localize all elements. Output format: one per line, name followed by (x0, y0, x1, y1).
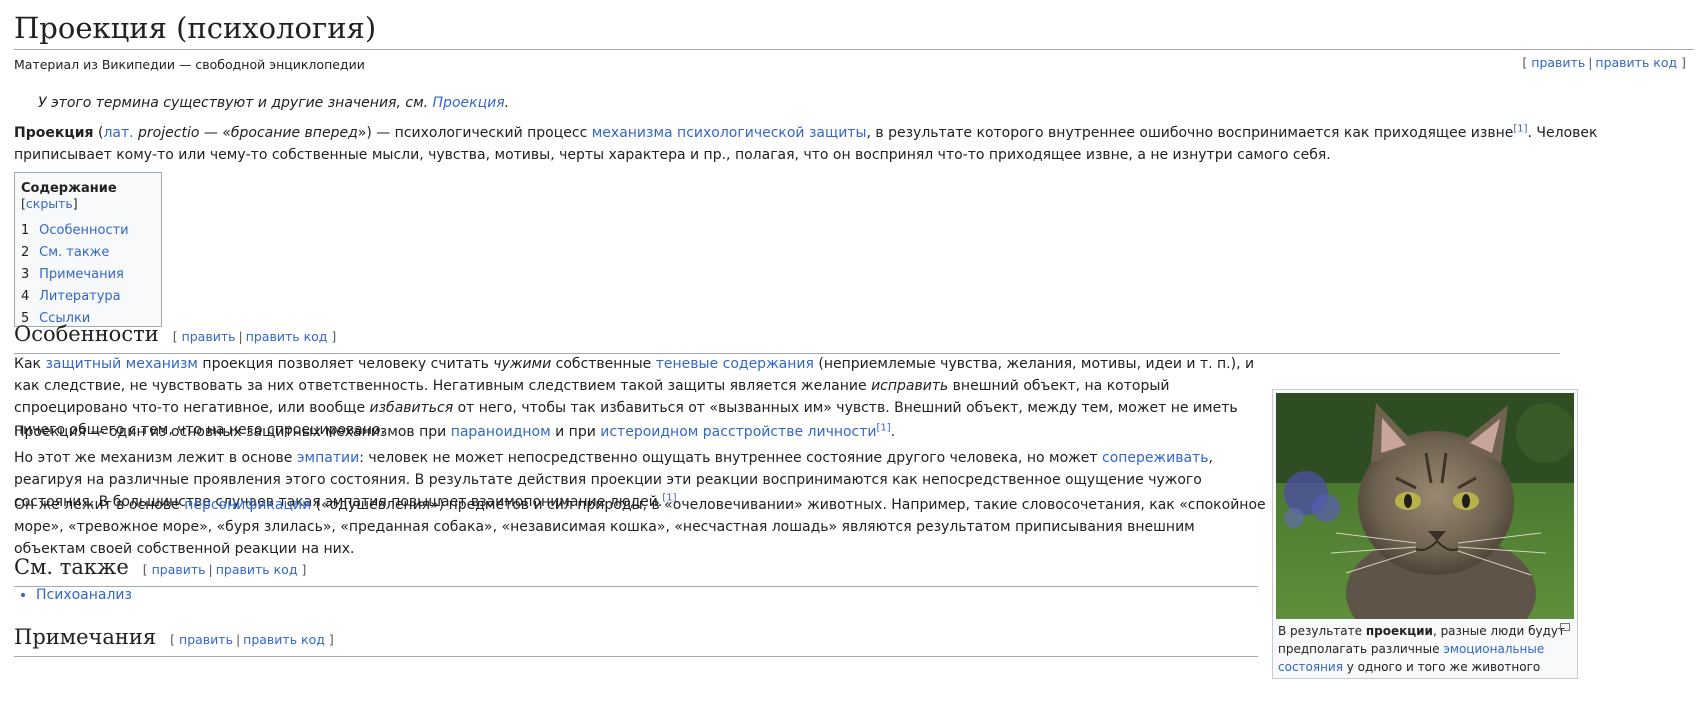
toc-link-features[interactable]: Особенности (39, 223, 128, 238)
page-title: Проекция (психология) (14, 10, 1694, 50)
hatnote-text: У этого термина существуют и другие знач… (38, 95, 433, 111)
italic-text: избавиться (369, 400, 454, 416)
translation: бросание вперед (230, 125, 358, 141)
separator: | (238, 329, 243, 344)
list-item: Психоанализ (36, 584, 132, 606)
toc-toggle: [скрыть] (21, 196, 78, 211)
features-paragraph-4: Он же лежит в основе персонификации («од… (14, 494, 1269, 560)
italic-text: исправить (871, 378, 949, 394)
edit-source-link[interactable]: править код (246, 329, 328, 344)
section-edit-links: [ править | править код ] (170, 632, 334, 647)
toc-link-see-also[interactable]: См. также (39, 245, 109, 260)
shadow-content-link[interactable]: теневые содержания (656, 356, 814, 372)
toc-number: 3 (21, 267, 30, 282)
section-title: Особенности (14, 322, 159, 346)
section-edit-links: [ править | править код ] (172, 329, 337, 344)
edit-source-link[interactable]: править код (216, 562, 298, 577)
caption-text: В результате (1278, 624, 1366, 638)
text: Как (14, 356, 46, 372)
toc-title: Содержание (21, 181, 117, 196)
defense-link[interactable]: защитный механизм (45, 356, 198, 372)
image-thumbnail: В результате проекции, разные люди будут… (1272, 389, 1578, 679)
separator: | (208, 562, 213, 577)
edit-link[interactable]: править (182, 329, 236, 344)
edit-link[interactable]: править (152, 562, 206, 577)
hatnote-suffix: . (504, 95, 510, 111)
psychoanalysis-link[interactable]: Психоанализ (36, 587, 132, 603)
reference-link[interactable]: [1] (877, 422, 891, 433)
table-of-contents: Содержание [скрыть] 1 Особенности 2 См. … (14, 172, 162, 327)
toc-item[interactable]: 1 Особенности (21, 220, 155, 242)
paranoid-link[interactable]: параноидном (451, 424, 551, 440)
bracket-open: [ (1522, 55, 1532, 70)
section-heading-features: Особенности [ править | править код ] (14, 320, 1560, 354)
lead-text: ( (93, 125, 104, 141)
edit-link[interactable]: править (1531, 55, 1585, 70)
section-title: Примечания (14, 625, 157, 649)
image-caption: В результате проекции, разные люди будут… (1276, 619, 1574, 679)
toc-number: 4 (21, 289, 30, 304)
edit-link[interactable]: править (179, 632, 233, 647)
section-title: См. также (14, 555, 129, 579)
caption-bold: проекции (1365, 624, 1433, 638)
lead-text: , в результате которого внутреннее ошибо… (866, 125, 1514, 141)
text: и при (550, 424, 601, 440)
lead-paragraph: Проекция (лат. projectio — «бросание впе… (14, 122, 1694, 166)
toc-hide-link[interactable]: скрыть (26, 196, 73, 211)
toc-number: 1 (21, 223, 30, 238)
edit-source-link[interactable]: править код (243, 632, 325, 647)
see-also-list: Психоанализ (14, 584, 132, 606)
caption-text: у одного и того же животного (1342, 660, 1541, 674)
toc-item[interactable]: 2 См. также (21, 242, 155, 264)
cat-photo-icon (1276, 393, 1574, 619)
lead-text: ») — психологический процесс (357, 125, 592, 141)
text: . (890, 424, 896, 440)
toc-item[interactable]: 4 Литература (21, 286, 155, 308)
text: : человек не может непосредственно ощуща… (359, 450, 1102, 466)
separator: | (1588, 55, 1593, 70)
site-tagline: Материал из Википедии — свободной энцикл… (14, 57, 365, 72)
edit-source-link[interactable]: править код (1595, 55, 1677, 70)
text: Он же лежит в основе (14, 497, 185, 513)
text: Но этот же механизм лежит в основе (14, 450, 297, 466)
empathy-link[interactable]: эмпатии (297, 450, 359, 466)
text: проекция позволяет человеку считать (197, 356, 494, 372)
section-heading-notes: Примечания [ править | править код ] (14, 623, 1258, 657)
title-edit-links: [ править | править код ] (1522, 55, 1686, 70)
text: Проекция — один из основных защитных мех… (14, 424, 451, 440)
features-paragraph-2: Проекция — один из основных защитных мех… (14, 421, 1269, 443)
personification-link[interactable]: персонификации (184, 497, 311, 513)
hatnote: У этого термина существуют и другие знач… (38, 95, 509, 111)
toc-list: 1 Особенности 2 См. также 3 Примечания 4… (21, 220, 155, 330)
bracket-close: ] (1677, 55, 1686, 70)
toc-link-notes[interactable]: Примечания (39, 267, 124, 282)
lead-text: — « (199, 125, 231, 141)
sympathize-link[interactable]: сопереживать (1102, 450, 1208, 466)
defense-mechanism-link[interactable]: механизма психологической защиты (592, 125, 867, 141)
toc-link-literature[interactable]: Литература (39, 289, 121, 304)
section-edit-links: [ править | править код ] (142, 562, 307, 577)
cat-photo[interactable] (1276, 393, 1574, 619)
toc-item[interactable]: 3 Примечания (21, 264, 155, 286)
hatnote-link[interactable]: Проекция (433, 95, 505, 111)
section-heading-see-also: См. также [ править | править код ] (14, 553, 1258, 587)
lead-term: Проекция (14, 125, 94, 141)
separator: | (235, 632, 241, 647)
histrionic-disorder-link[interactable]: истероидном расстройстве личности (600, 424, 876, 440)
magnify-icon[interactable] (1560, 623, 1570, 631)
toc-number: 2 (21, 245, 30, 260)
reference-link[interactable]: [1] (1513, 123, 1527, 134)
lat-link[interactable]: лат. (103, 125, 133, 141)
text: собственные (551, 356, 656, 372)
italic-text: чужими (493, 356, 552, 372)
lat-word: projectio (133, 125, 200, 141)
